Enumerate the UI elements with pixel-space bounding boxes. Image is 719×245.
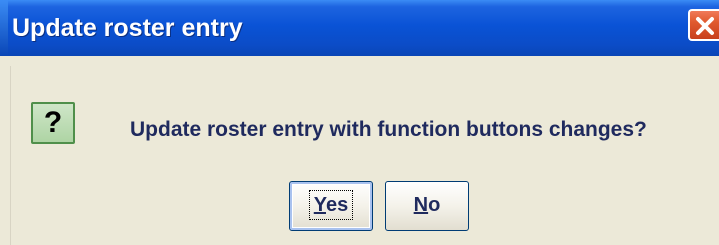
- yes-mnemonic: Y: [313, 194, 326, 216]
- question-icon: ?: [31, 102, 75, 144]
- yes-button[interactable]: Yes: [289, 181, 373, 231]
- dialog-content: ? Update roster entry with function butt…: [0, 56, 719, 245]
- no-button-label: No: [414, 191, 441, 219]
- dialog-message: Update roster entry with function button…: [130, 118, 647, 141]
- yes-button-label: Yes: [308, 190, 354, 220]
- dialog-window: Update roster entry ? Update roster entr…: [0, 0, 719, 245]
- window-title: Update roster entry: [12, 14, 243, 42]
- title-bar[interactable]: Update roster entry: [0, 0, 719, 56]
- dialog-body: ? Update roster entry with function butt…: [10, 66, 719, 245]
- close-icon: [696, 17, 714, 35]
- close-button[interactable]: [688, 9, 719, 41]
- no-button[interactable]: No: [385, 181, 469, 231]
- no-label-rest: o: [428, 194, 441, 216]
- title-bar-edge: [0, 0, 8, 56]
- no-mnemonic: N: [413, 194, 429, 216]
- question-glyph: ?: [43, 106, 63, 139]
- yes-label-rest: es: [326, 194, 349, 216]
